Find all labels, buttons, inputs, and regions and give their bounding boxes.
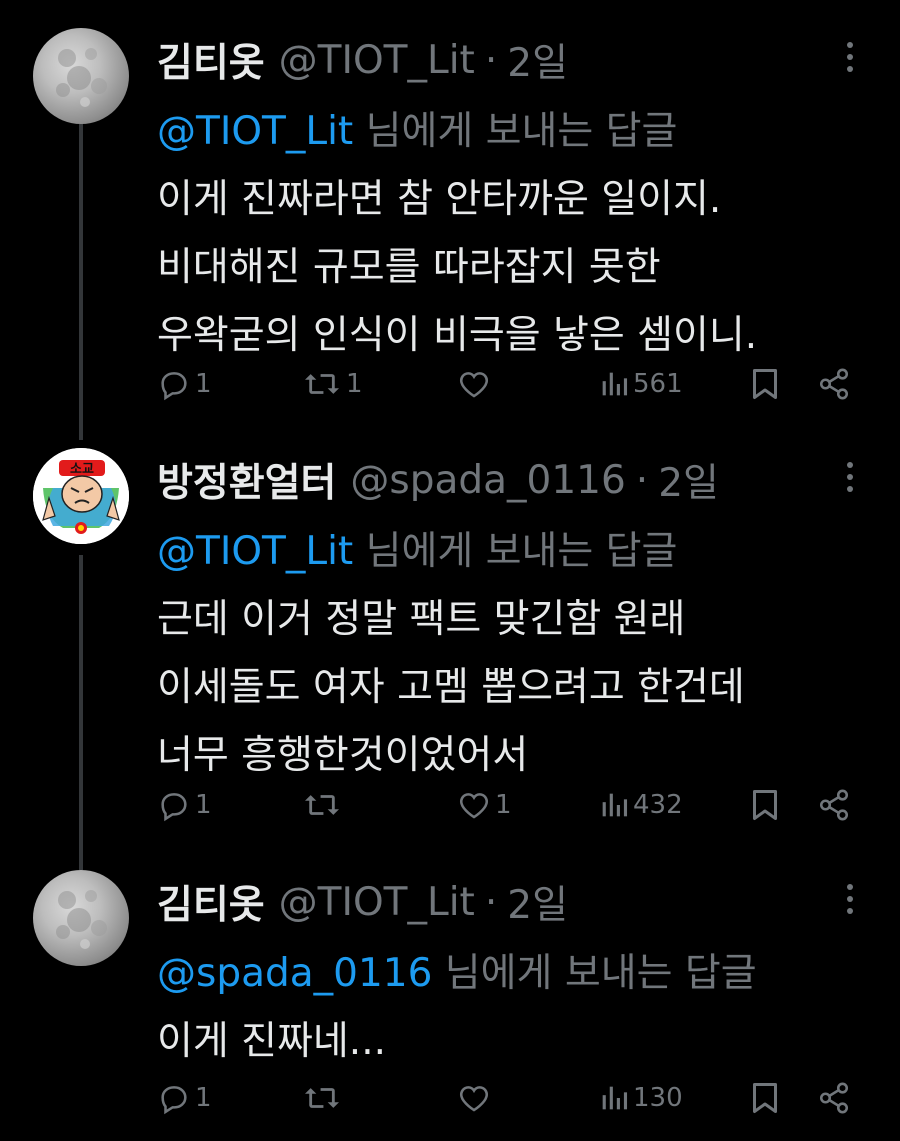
tweet-text: 이게 진짜네...	[157, 1008, 877, 1076]
more-icon[interactable]	[846, 42, 854, 72]
reply-icon	[161, 372, 187, 401]
like-icon	[459, 372, 489, 398]
reply-mention-link[interactable]: @TIOT_Lit	[157, 109, 353, 154]
action-bar: 1 130	[157, 1076, 857, 1120]
retweet-button[interactable]: 1	[302, 362, 363, 406]
views-count: 561	[633, 369, 683, 399]
user-handle[interactable]: @TIOT_Lit	[279, 880, 475, 925]
tweet[interactable]: 김티옷 @TIOT_Lit · 2일 @TIOT_Lit 님에게 보내는 답글 …	[0, 28, 900, 428]
reply-mention-link[interactable]: @TIOT_Lit	[157, 529, 353, 574]
timestamp[interactable]: 2일	[507, 874, 568, 930]
views-icon	[602, 793, 628, 817]
more-icon[interactable]	[846, 884, 854, 914]
tweet-text: 이게 진짜라면 참 안타까운 일이지. 비대해진 규모를 따라잡지 못한 우왁굳…	[157, 166, 877, 370]
user-handle[interactable]: @TIOT_Lit	[279, 38, 475, 83]
bookmark-icon	[753, 1083, 777, 1113]
separator-dot: ·	[635, 457, 649, 503]
reply-button[interactable]: 1	[157, 1076, 212, 1120]
retweet-icon	[305, 795, 339, 815]
reply-icon	[161, 793, 187, 822]
tweet[interactable]: 소교 방정환얼터 @spada_0116 · 2일 @TIOT_Lit 님에게 …	[0, 448, 900, 848]
user-handle[interactable]: @spada_0116	[350, 458, 625, 503]
tweet-header: 김티옷 @TIOT_Lit · 2일	[157, 874, 568, 930]
display-name[interactable]: 김티옷	[157, 32, 265, 88]
timestamp[interactable]: 2일	[507, 32, 568, 88]
action-bar: 1 1 561	[157, 362, 857, 406]
share-button[interactable]	[817, 1076, 851, 1120]
avatar-text: 소교	[70, 462, 94, 477]
separator-dot: ·	[484, 37, 498, 83]
like-icon	[459, 793, 489, 819]
cartoon-avatar[interactable]: 소교	[33, 448, 129, 544]
retweet-button[interactable]	[302, 1076, 346, 1120]
reply-suffix: 님에게 보내는 답글	[353, 109, 678, 154]
bookmark-button[interactable]	[750, 1076, 780, 1120]
views-button[interactable]: 561	[599, 362, 683, 406]
share-icon	[819, 789, 849, 821]
more-icon[interactable]	[846, 462, 854, 492]
timestamp[interactable]: 2일	[658, 452, 719, 508]
views-icon	[602, 372, 628, 396]
views-count: 130	[633, 1083, 683, 1113]
reply-count: 1	[195, 1083, 212, 1113]
share-icon	[819, 368, 849, 400]
action-bar: 1 1 432	[157, 783, 857, 827]
replying-to: @TIOT_Lit 님에게 보내는 답글	[157, 100, 677, 154]
share-icon	[819, 1082, 849, 1114]
reply-count: 1	[195, 369, 212, 399]
retweet-icon	[305, 1088, 339, 1108]
tweet-header: 방정환얼터 @spada_0116 · 2일	[157, 452, 719, 508]
tweet-header: 김티옷 @TIOT_Lit · 2일	[157, 32, 568, 88]
views-button[interactable]: 130	[599, 1076, 683, 1120]
reply-suffix: 님에게 보내는 답글	[432, 951, 757, 996]
bookmark-button[interactable]	[750, 362, 780, 406]
tweet-text-line: 너무 흥행한것이었어서	[157, 733, 529, 778]
reply-mention-link[interactable]: @spada_0116	[157, 951, 432, 996]
share-button[interactable]	[817, 362, 851, 406]
replying-to: @spada_0116 님에게 보내는 답글	[157, 942, 757, 996]
retweet-button[interactable]	[302, 783, 346, 827]
display-name[interactable]: 김티옷	[157, 874, 265, 930]
moon-avatar[interactable]	[33, 28, 129, 124]
views-icon	[602, 1086, 628, 1110]
tweet[interactable]: 김티옷 @TIOT_Lit · 2일 @spada_0116 님에게 보내는 답…	[0, 870, 900, 1130]
tweet-text: 근데 이거 정말 팩트 맞긴함 원래 이세돌도 여자 고멤 뽑으려고 한건데 너…	[157, 586, 877, 790]
replying-to: @TIOT_Lit 님에게 보내는 답글	[157, 520, 677, 574]
reply-suffix: 님에게 보내는 답글	[353, 529, 678, 574]
reply-icon	[161, 1086, 187, 1115]
reply-button[interactable]: 1	[157, 362, 212, 406]
moon-avatar[interactable]	[33, 870, 129, 966]
like-button[interactable]	[457, 1076, 495, 1120]
tweet-text-line: 이세돌도 여자 고멤 뽑으려고 한건데	[157, 665, 745, 710]
like-button[interactable]	[457, 362, 495, 406]
reply-button[interactable]: 1	[157, 783, 212, 827]
tweet-text-line: 이게 진짜라면 참 안타까운 일이지.	[157, 177, 722, 222]
retweet-count: 1	[346, 369, 363, 399]
like-button[interactable]: 1	[457, 783, 512, 827]
bookmark-button[interactable]	[750, 783, 780, 827]
display-name[interactable]: 방정환얼터	[157, 452, 336, 508]
bookmark-icon	[753, 369, 777, 399]
like-icon	[459, 1086, 489, 1112]
bookmark-icon	[753, 790, 777, 820]
separator-dot: ·	[484, 879, 498, 925]
views-button[interactable]: 432	[599, 783, 683, 827]
like-count: 1	[495, 790, 512, 820]
tweet-text-line: 이게 진짜네...	[157, 1019, 386, 1064]
retweet-icon	[305, 374, 339, 394]
reply-count: 1	[195, 790, 212, 820]
tweet-text-line: 우왁굳의 인식이 비극을 낳은 셈이니.	[157, 313, 758, 358]
views-count: 432	[633, 790, 683, 820]
tweet-text-line: 근데 이거 정말 팩트 맞긴함 원래	[157, 597, 686, 642]
tweet-text-line: 비대해진 규모를 따라잡지 못한	[157, 245, 661, 290]
share-button[interactable]	[817, 783, 851, 827]
